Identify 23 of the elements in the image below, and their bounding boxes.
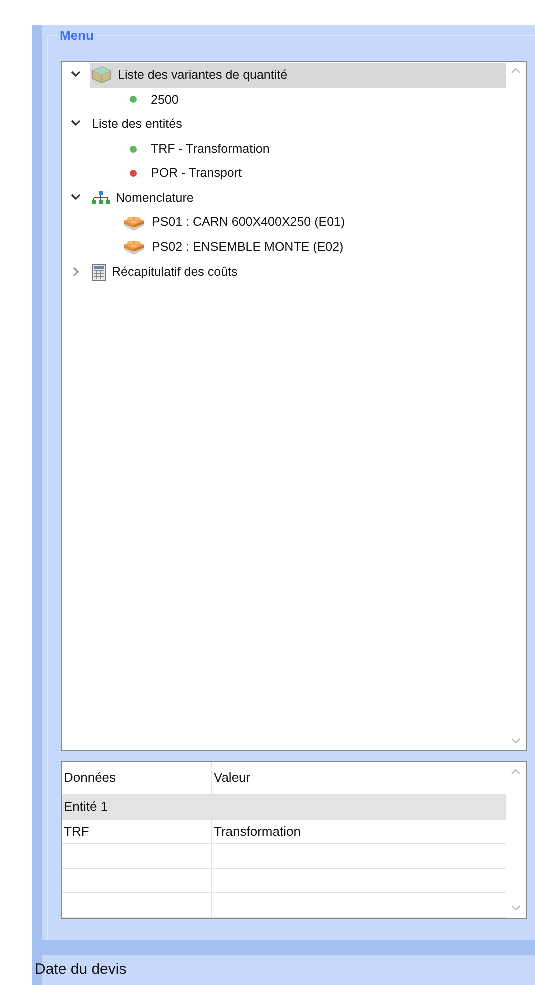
scroll-down-icon[interactable] (511, 738, 521, 744)
tree-item[interactable]: Liste des entités (90, 112, 506, 137)
tree-item[interactable]: Nomenclature (90, 186, 506, 211)
column-header[interactable]: Valeur (212, 762, 506, 794)
scroll-up-icon[interactable] (511, 68, 521, 74)
tree-item[interactable]: 2500 (120, 88, 506, 112)
tree-item[interactable]: PS01 : CARN 600X400X250 (E01) (120, 210, 506, 236)
tree-item[interactable]: Récapitulatif des coûts (90, 260, 506, 284)
scroll-up-icon[interactable] (511, 769, 521, 775)
chevron-right-icon[interactable] (71, 267, 81, 278)
tree-item[interactable]: POR - Transport (120, 161, 506, 186)
table-cell: TRF (62, 820, 212, 843)
group-row[interactable]: Entité 1 (62, 795, 506, 818)
cube-icon (92, 66, 112, 84)
field-label: Date du devis (35, 960, 127, 980)
table-cell-text: Transformation (213, 822, 302, 840)
column-header[interactable]: Données (62, 762, 212, 794)
scroll-down-icon[interactable] (511, 905, 521, 911)
calculator-icon (92, 264, 106, 281)
hierarchy-icon (92, 191, 110, 206)
tree-item[interactable]: Liste des variantes de quantité (90, 63, 506, 88)
tree-item[interactable]: TRF - Transformation (120, 136, 506, 162)
tree-item[interactable]: PS02 : ENSEMBLE MONTE (E02) (120, 235, 506, 260)
